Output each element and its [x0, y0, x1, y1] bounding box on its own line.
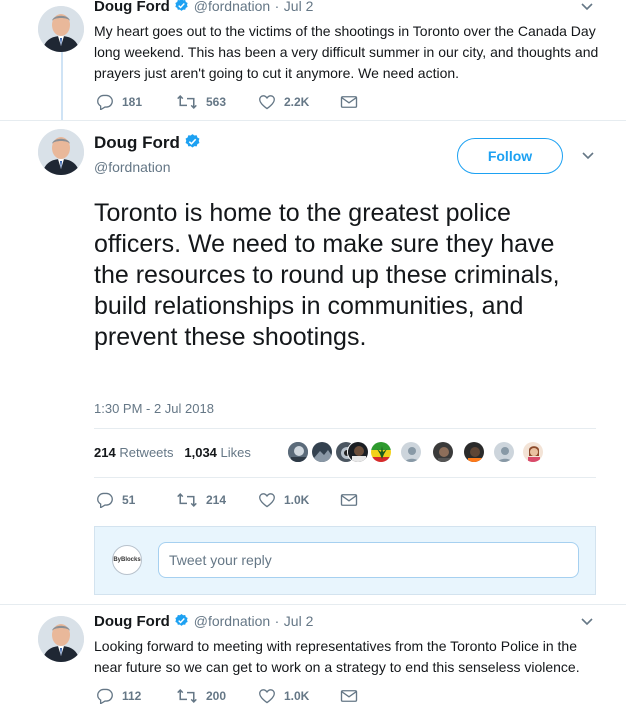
like-icon — [259, 689, 275, 704]
reply-button[interactable]: 181 — [96, 94, 176, 110]
verified-icon — [174, 613, 189, 633]
reply-input[interactable]: Tweet your reply — [158, 542, 579, 578]
tweet-timestamp[interactable]: 1:30 PM - 2 Jul 2018 — [94, 401, 214, 416]
retweet-stat-label: Retweets — [119, 445, 174, 460]
author-handle[interactable]: @fordnation — [94, 159, 170, 175]
retweet-button[interactable]: 214 — [176, 492, 258, 508]
liker-avatar[interactable] — [493, 441, 515, 463]
retweet-stat[interactable]: 214 Retweets — [94, 445, 174, 460]
dm-icon — [340, 96, 358, 108]
verified-icon — [184, 133, 201, 155]
divider — [94, 477, 596, 478]
avatar[interactable] — [38, 129, 84, 175]
like-count: 1.0K — [284, 689, 310, 703]
retweet-icon — [177, 94, 197, 110]
dm-button[interactable] — [340, 689, 358, 703]
retweet-count: 563 — [206, 95, 227, 109]
retweet-icon — [177, 492, 197, 508]
divider — [0, 120, 626, 121]
liker-avatar[interactable] — [432, 441, 454, 463]
engagement-stats: 214 Retweets 1,034 Likes — [94, 445, 251, 460]
dm-icon — [340, 494, 358, 506]
avatar-image — [38, 616, 84, 662]
retweet-total: 214 — [94, 445, 116, 460]
dm-icon — [340, 690, 358, 702]
reply-icon — [97, 688, 113, 704]
liker-avatar[interactable] — [311, 441, 333, 463]
author-name[interactable]: Doug Ford — [94, 0, 170, 15]
follow-button[interactable]: Follow — [457, 138, 563, 174]
reply-count: 51 — [122, 493, 136, 507]
like-icon — [259, 493, 275, 508]
divider — [0, 604, 626, 605]
like-stat[interactable]: 1,034 Likes — [184, 445, 251, 460]
reply-count: 181 — [122, 95, 143, 109]
like-count: 1.0K — [284, 493, 310, 507]
reply-icon — [97, 492, 113, 508]
liker-avatar[interactable] — [400, 441, 422, 463]
thread-line-top — [61, 52, 63, 120]
reply-count: 112 — [122, 689, 142, 703]
reply-button[interactable]: 51 — [96, 492, 176, 508]
separator-dot: · — [274, 0, 280, 14]
like-stat-label: Likes — [220, 445, 251, 460]
divider — [94, 428, 596, 429]
like-button[interactable]: 1.0K — [258, 492, 340, 508]
avatar[interactable] — [38, 616, 84, 662]
tweet-text: My heart goes out to the victims of the … — [94, 23, 599, 81]
separator-dot: · — [274, 613, 280, 629]
chevron-down-icon[interactable] — [580, 2, 594, 12]
liker-avatar[interactable] — [287, 441, 309, 463]
author-handle[interactable]: @fordnation — [194, 0, 270, 14]
liker-avatar[interactable] — [347, 441, 369, 463]
like-button[interactable]: 1.0K — [258, 688, 340, 704]
reply-icon — [97, 94, 113, 110]
like-button[interactable]: 2.2K — [258, 94, 340, 110]
like-count: 2.2K — [284, 95, 310, 109]
retweet-button[interactable]: 200 — [176, 688, 258, 704]
retweet-button[interactable]: 563 — [176, 94, 258, 110]
tweet-text: Looking forward to meeting with represen… — [94, 638, 580, 675]
chevron-down-icon[interactable] — [580, 617, 594, 627]
retweet-count: 200 — [206, 689, 227, 703]
reply-button[interactable]: 112 — [96, 688, 176, 704]
dm-button[interactable] — [340, 493, 358, 507]
liker-avatar[interactable] — [522, 441, 544, 463]
tweet-date[interactable]: Jul 2 — [284, 0, 314, 14]
avatar-image — [38, 129, 84, 175]
avatar[interactable] — [38, 6, 84, 52]
liker-avatar[interactable] — [370, 441, 392, 463]
chevron-down-icon[interactable] — [581, 151, 595, 161]
author-handle[interactable]: @fordnation — [194, 613, 270, 629]
main-tweet-text: Toronto is home to the greatest police o… — [94, 199, 560, 351]
verified-icon — [174, 0, 189, 18]
author-name[interactable]: Doug Ford — [94, 133, 180, 152]
current-user-avatar[interactable]: ByBlocks — [112, 545, 142, 575]
tweet-date[interactable]: Jul 2 — [284, 613, 314, 629]
avatar-image — [38, 6, 84, 52]
retweet-icon — [177, 688, 197, 704]
like-total: 1,034 — [184, 445, 217, 460]
liker-avatar[interactable] — [463, 441, 485, 463]
retweet-count: 214 — [206, 493, 227, 507]
dm-button[interactable] — [340, 95, 358, 109]
author-name[interactable]: Doug Ford — [94, 613, 170, 630]
like-icon — [259, 95, 275, 110]
